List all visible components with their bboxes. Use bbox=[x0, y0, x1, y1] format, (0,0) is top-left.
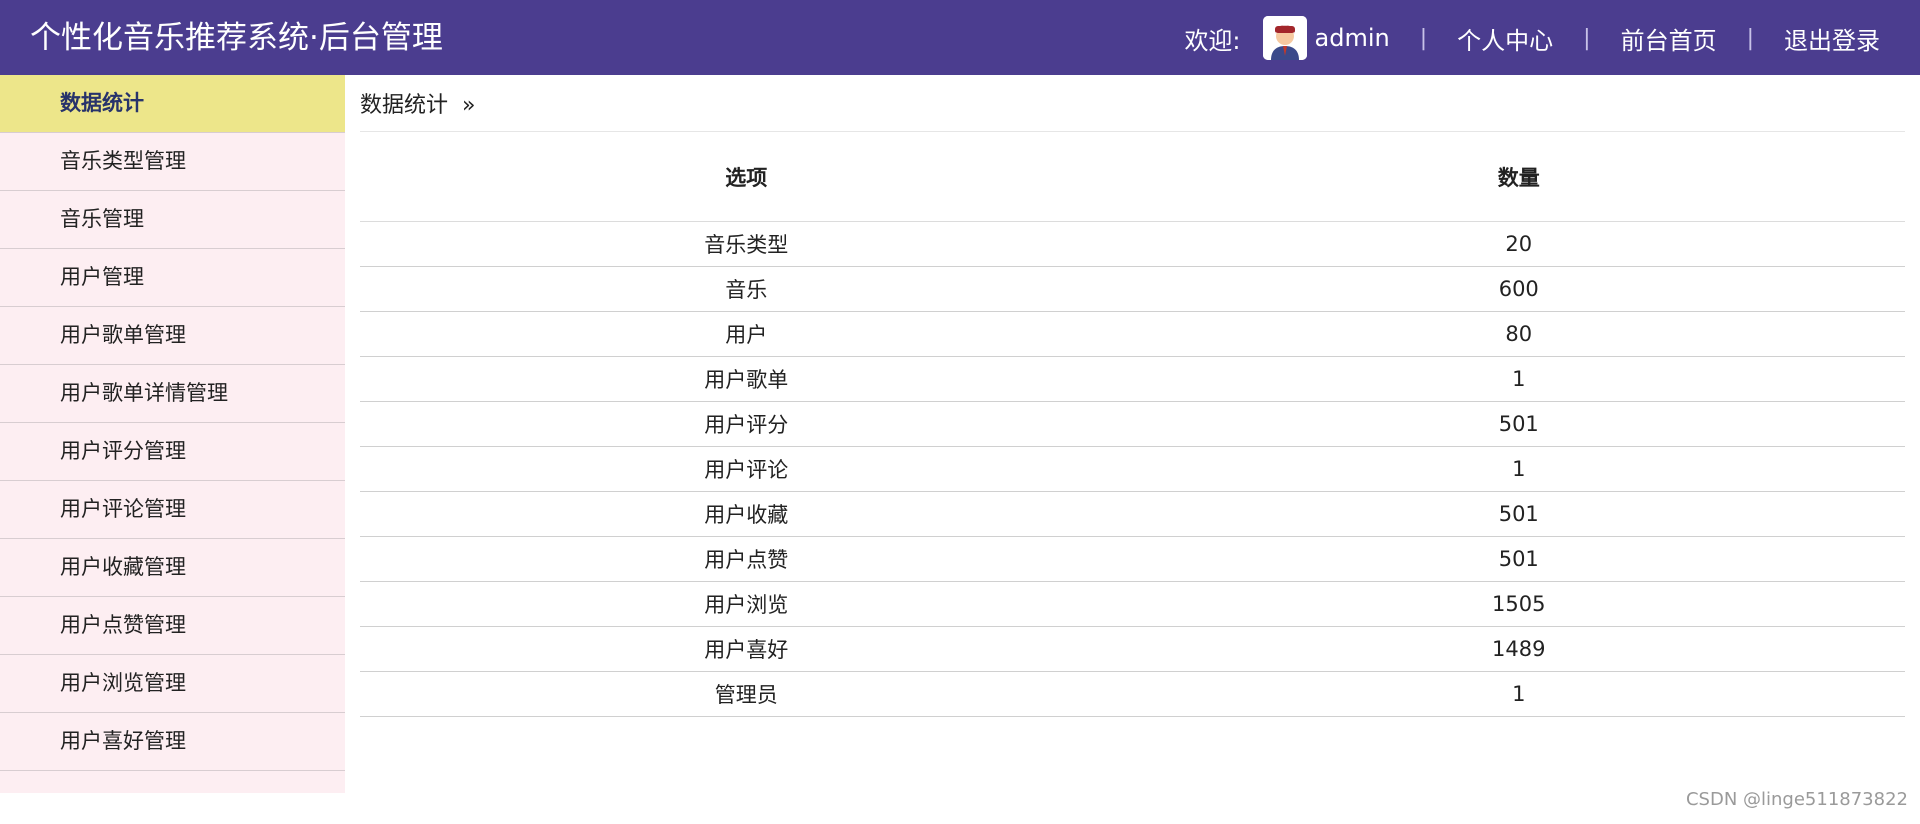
row-option: 用户喜好 bbox=[360, 626, 1133, 672]
sidebar-item-ratings[interactable]: 用户评分管理 bbox=[0, 423, 345, 481]
row-option: 用户浏览 bbox=[360, 581, 1133, 627]
table-row: 音乐 600 bbox=[360, 266, 1905, 312]
row-option: 用户评分 bbox=[360, 401, 1133, 447]
table-row: 用户评分 501 bbox=[360, 401, 1905, 447]
table-row: 用户点赞 501 bbox=[360, 536, 1905, 582]
breadcrumb-label: 数据统计 bbox=[360, 93, 449, 118]
row-option: 用户点赞 bbox=[360, 536, 1133, 582]
row-count: 80 bbox=[1132, 311, 1905, 357]
table-row: 用户评论 1 bbox=[360, 446, 1905, 492]
watermark: CSDN @linge511873822 bbox=[1685, 789, 1908, 810]
row-option: 音乐 bbox=[360, 266, 1133, 312]
table-row: 音乐类型 20 bbox=[360, 221, 1905, 267]
nav-separator: | bbox=[1583, 25, 1591, 51]
row-count: 1505 bbox=[1132, 581, 1905, 627]
row-count: 501 bbox=[1132, 536, 1905, 582]
breadcrumb-arrow-icon: » bbox=[462, 93, 476, 118]
sidebar-item-likes[interactable]: 用户点赞管理 bbox=[0, 597, 345, 655]
table-row: 用户收藏 501 bbox=[360, 491, 1905, 537]
row-option: 音乐类型 bbox=[360, 221, 1133, 267]
sidebar-menu: 数据统计 音乐类型管理 音乐管理 用户管理 用户歌单管理 用户歌单详情管理 用户… bbox=[0, 75, 345, 793]
row-count: 1489 bbox=[1132, 626, 1905, 672]
sidebar-item-playlist-details[interactable]: 用户歌单详情管理 bbox=[0, 365, 345, 423]
row-option: 用户歌单 bbox=[360, 356, 1133, 402]
table-row: 管理员 1 bbox=[360, 671, 1905, 717]
column-header-option: 选项 bbox=[360, 133, 1133, 222]
personal-center-link[interactable]: 个人中心 bbox=[1457, 21, 1553, 56]
row-option: 管理员 bbox=[360, 671, 1133, 717]
row-count: 1 bbox=[1132, 671, 1905, 717]
logout-link[interactable]: 退出登录 bbox=[1784, 21, 1880, 56]
nav-separator: | bbox=[1419, 25, 1428, 51]
welcome-label: 欢迎: bbox=[1184, 26, 1241, 55]
row-count: 1 bbox=[1132, 356, 1905, 402]
table-header-row: 选项 数量 bbox=[360, 133, 1905, 222]
row-count: 501 bbox=[1132, 491, 1905, 537]
table-row: 用户浏览 1505 bbox=[360, 581, 1905, 627]
breadcrumb: 数据统计 » bbox=[360, 75, 1905, 132]
sidebar-item-preferences[interactable]: 用户喜好管理 bbox=[0, 713, 345, 771]
sidebar-item-statistics[interactable]: 数据统计 bbox=[0, 75, 345, 133]
table-row: 用户歌单 1 bbox=[360, 356, 1905, 402]
row-count: 600 bbox=[1132, 266, 1905, 312]
username-label: admin bbox=[1314, 24, 1390, 52]
top-header: 个性化音乐推荐系统·后台管理 欢迎: admin | 个人中心 | 前台首页 |… bbox=[0, 0, 1920, 75]
sidebar-item-users[interactable]: 用户管理 bbox=[0, 249, 345, 307]
user-avatar-icon bbox=[1262, 16, 1307, 60]
row-option: 用户评论 bbox=[360, 446, 1133, 492]
sidebar-item-music[interactable]: 音乐管理 bbox=[0, 191, 345, 249]
sidebar-item-browsing[interactable]: 用户浏览管理 bbox=[0, 655, 345, 713]
row-count: 1 bbox=[1132, 446, 1905, 492]
sidebar-item-comments[interactable]: 用户评论管理 bbox=[0, 481, 345, 539]
frontend-home-link[interactable]: 前台首页 bbox=[1621, 21, 1717, 56]
sidebar-item-favorites[interactable]: 用户收藏管理 bbox=[0, 539, 345, 597]
row-option: 用户 bbox=[360, 311, 1133, 357]
table-row: 用户 80 bbox=[360, 311, 1905, 357]
column-header-count: 数量 bbox=[1132, 133, 1905, 222]
sidebar-item-user-playlists[interactable]: 用户歌单管理 bbox=[0, 307, 345, 365]
table-row: 用户喜好 1489 bbox=[360, 626, 1905, 672]
user-area: 欢迎: admin | 个人中心 | 前台首页 | 退出登录 bbox=[1184, 16, 1880, 60]
row-option: 用户收藏 bbox=[360, 491, 1133, 537]
sidebar-item-music-type[interactable]: 音乐类型管理 bbox=[0, 133, 345, 191]
main-content: 数据统计» 选项 数量 音乐类型 20 音乐 600 用户 80 用户歌单 1 用户评分… bbox=[360, 75, 1905, 717]
row-count: 501 bbox=[1132, 401, 1905, 447]
statistics-table: 选项 数量 音乐类型 20 音乐 600 用户 80 用户歌单 1 用户评分 501 用户… bbox=[360, 133, 1905, 717]
site-title: 个性化音乐推荐系统·后台管理 bbox=[30, 20, 443, 56]
avatar bbox=[1262, 16, 1307, 60]
row-count: 20 bbox=[1132, 221, 1905, 267]
nav-separator: | bbox=[1746, 25, 1754, 51]
